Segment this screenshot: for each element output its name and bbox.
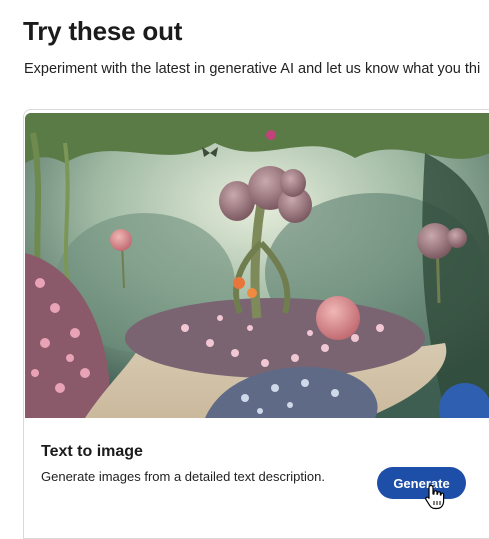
card-description: Generate images from a detailed text des… [41,469,325,484]
card-image[interactable] [25,113,489,418]
fantasy-garden-illustration [25,113,489,418]
card-title: Text to image [41,443,143,460]
generate-button[interactable]: Generate [377,467,466,499]
text-to-image-card[interactable]: Text to image Generate images from a det… [23,109,489,539]
section-subtitle: Experiment with the latest in generative… [24,61,481,77]
section-title: Try these out [23,16,183,46]
